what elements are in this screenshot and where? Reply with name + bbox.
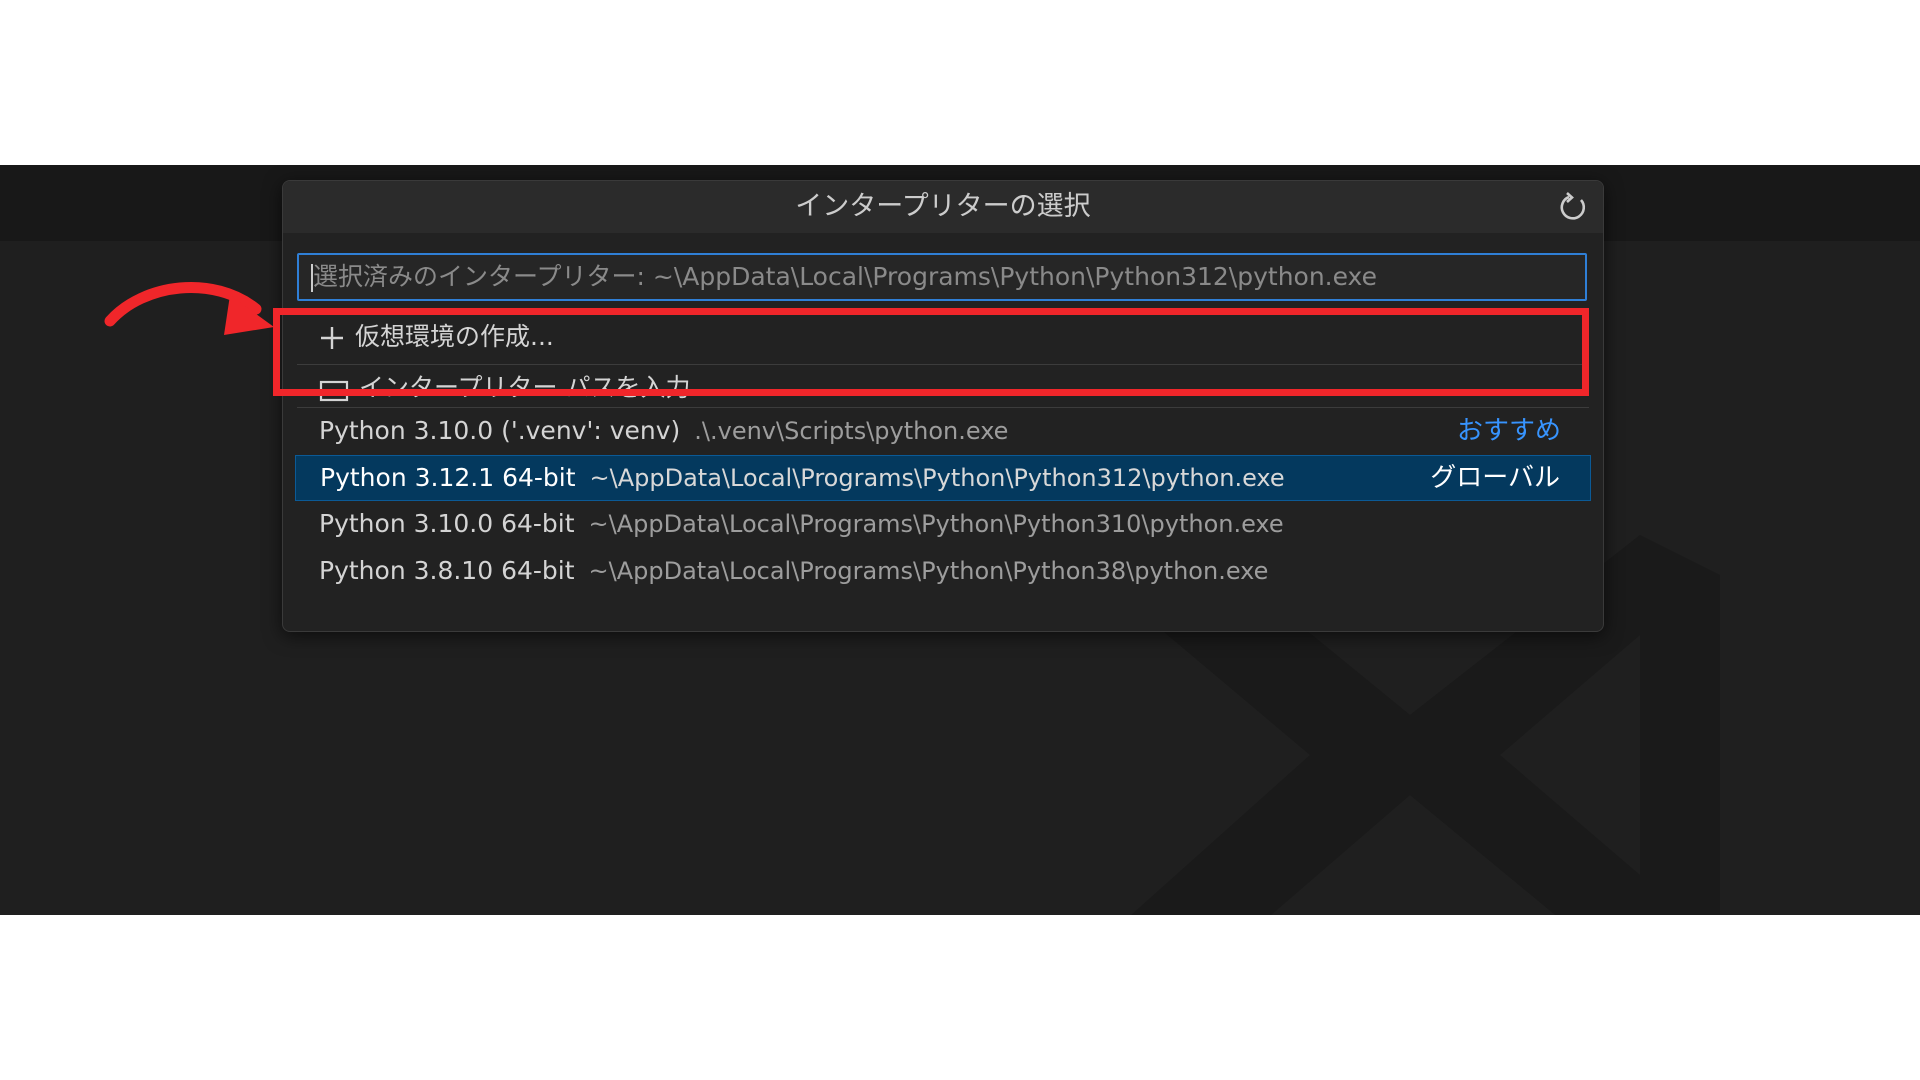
interpreter-label: Python 3.8.10 64-bit [319,556,575,585]
interpreter-label: Python 3.10.0 ('.venv': venv) [319,416,681,445]
interpreter-item[interactable]: Python 3.10.0 ('.venv': venv) .\.venv\Scr… [295,408,1591,454]
interpreter-label: Python 3.10.0 64-bit [319,509,575,538]
quick-pick-title: インタープリターの選択 [795,191,1091,222]
interpreter-path: .\.venv\Scripts\python.exe [694,417,1009,445]
interpreter-item[interactable]: Python 3.10.0 64-bit ~\AppData\Local\Prog… [295,501,1591,547]
screenshot-canvas: インタープリターの選択 選択済みのインタープリター: ~\AppData\Loc… [0,0,1920,1080]
annotation-highlight-box [273,308,1589,396]
interpreter-path: ~\AppData\Local\Programs\Python\Python38… [588,557,1269,585]
interpreter-item-selected[interactable]: Python 3.12.1 64-bit ~\AppData\Local\Prog… [295,455,1591,501]
global-tag: グローバル [1430,463,1560,493]
interpreter-path: ~\AppData\Local\Programs\Python\Python31… [589,464,1285,492]
interpreter-search-input[interactable]: 選択済みのインタープリター: ~\AppData\Local\Programs\… [297,253,1587,301]
refresh-icon[interactable] [1557,191,1589,223]
interpreter-item[interactable]: Python 3.8.10 64-bit ~\AppData\Local\Prog… [295,548,1591,594]
search-input-placeholder: 選択済みのインタープリター: ~\AppData\Local\Programs\… [313,262,1377,291]
interpreter-label: Python 3.12.1 64-bit [320,463,576,492]
recommended-tag: おすすめ [1456,416,1561,446]
text-caret [311,264,313,292]
quick-pick-header: インタープリターの選択 [283,181,1603,233]
interpreter-path: ~\AppData\Local\Programs\Python\Python31… [588,510,1284,538]
interpreter-quick-pick: インタープリターの選択 選択済みのインタープリター: ~\AppData\Loc… [282,180,1604,632]
annotation-arrow-icon [104,281,274,335]
